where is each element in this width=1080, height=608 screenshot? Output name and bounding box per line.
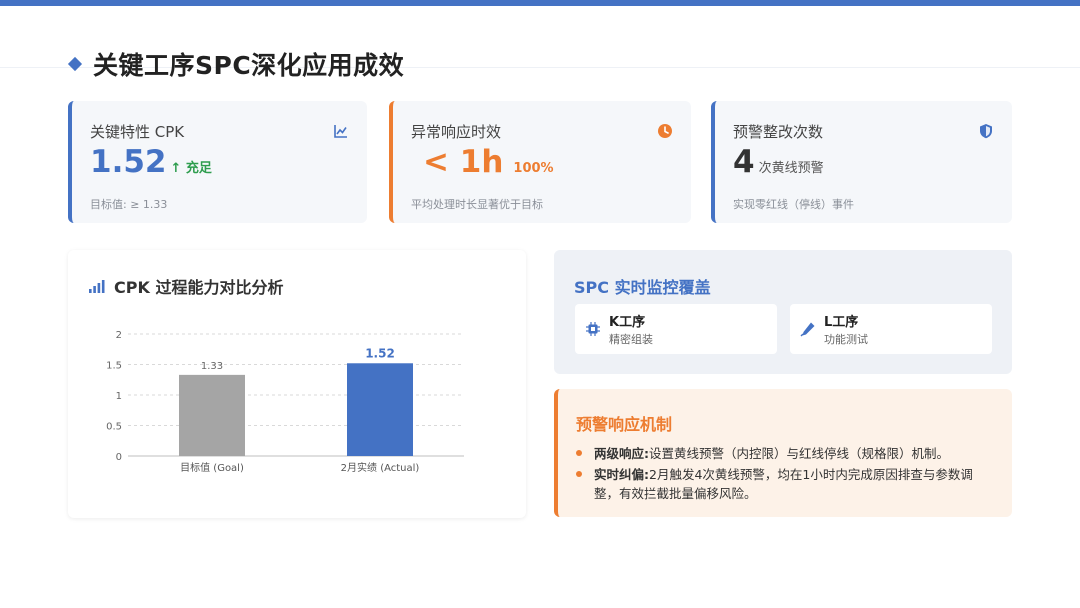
bar-value-label: 1.52 [365,346,395,360]
y-tick-label: 0.5 [106,422,122,433]
kpi-card-warnings: 预警整改次数 4 次黄线预警 实现零红线（停线）事件 [711,101,1012,223]
kpi-card-response: 异常响应时效 < 1h 100% 平均处理时长显著优于目标 [389,101,691,223]
alert-item-head: 实时纠偏: [594,467,649,482]
kpi-value: 4 [733,144,755,180]
y-tick-label: 2 [116,330,122,341]
probe-icon [800,322,815,337]
x-tick-label: 2月实绩 (Actual) [341,461,420,474]
kpi-note: 实现零红线（停线）事件 [733,198,854,211]
monitor-title: SPC 实时监控覆盖 [574,278,711,297]
bar [179,374,245,456]
x-tick-label: 目标值 (Goal) [180,461,244,474]
kpi-note: 目标值: ≥ 1.33 [90,198,168,211]
process-item-l: L工序 功能测试 [790,304,992,354]
kpi-rate: 100% [513,161,554,176]
list-item: 实时纠偏:2月触发4次黄线预警，均在1小时内完成原因排查与参数调整，有效拦截批量… [576,465,996,503]
top-accent-bar [0,0,1080,6]
bar [347,363,413,456]
kpi-unit: 次黄线预警 [758,161,824,176]
title-block: 关键工序SPC深化应用成效 [67,46,405,82]
alert-item-text: 设置黄线预警（内控限）与红线停线（规格限）机制。 [649,446,950,461]
clock-icon [658,124,672,138]
list-item: 两级响应:设置黄线预警（内控限）与红线停线（规格限）机制。 [576,444,996,463]
kpi-label: 预警整改次数 [733,123,824,141]
kpi-value: < 1h [423,144,504,180]
kpi-label: 异常响应时效 [411,123,502,141]
alert-list: 两级响应:设置黄线预警（内控限）与红线停线（规格限）机制。 实时纠偏:2月触发4… [576,444,996,503]
cpk-chart-card: CPK 过程能力对比分析 0 0.5 1 1.5 2 1.33 目标值 (Goal) 1.52… [68,250,526,518]
kpi-card-cpk: 关键特性 CPK 1.52 ↑ 充足 目标值: ≥ 1.33 [68,101,367,223]
bar-value-label: 1.33 [201,361,223,372]
alert-title: 预警响应机制 [576,415,673,434]
y-tick-label: 1.5 [106,361,122,372]
process-name: K工序 [609,315,646,330]
process-desc: 精密组装 [609,333,653,346]
line-chart-icon [334,125,347,138]
alert-item-head: 两级响应: [594,446,649,461]
chip-icon [586,322,600,336]
kpi-value: 1.52 [90,144,167,180]
page-title: 关键工序SPC深化应用成效 [93,51,405,80]
kpi-status: ↑ 充足 [170,161,212,176]
kpi-label: 关键特性 CPK [90,123,185,141]
kpi-note: 平均处理时长显著优于目标 [411,198,543,211]
process-desc: 功能测试 [824,333,868,346]
spc-monitor-card: SPC 实时监控覆盖 K工序 精密组装 L工序 功能测试 [554,250,1012,374]
process-item-k: K工序 精密组装 [575,304,777,354]
cpk-bar-chart: 00.511.521.33目标值 (Goal)1.522月实绩 (Actual) [106,330,464,474]
y-tick-label: 0 [116,452,122,463]
alert-item-text: 2月触发4次黄线预警，均在1小时内完成原因排查与参数调整，有效拦截批量偏移风险。 [594,467,973,501]
diamond-bullet-icon [67,56,83,72]
process-name: L工序 [824,315,859,330]
alert-mechanism-card: 预警响应机制 两级响应:设置黄线预警（内控限）与红线停线（规格限）机制。 实时纠… [554,389,1012,517]
shield-icon [980,124,992,139]
y-tick-label: 1 [116,391,122,402]
